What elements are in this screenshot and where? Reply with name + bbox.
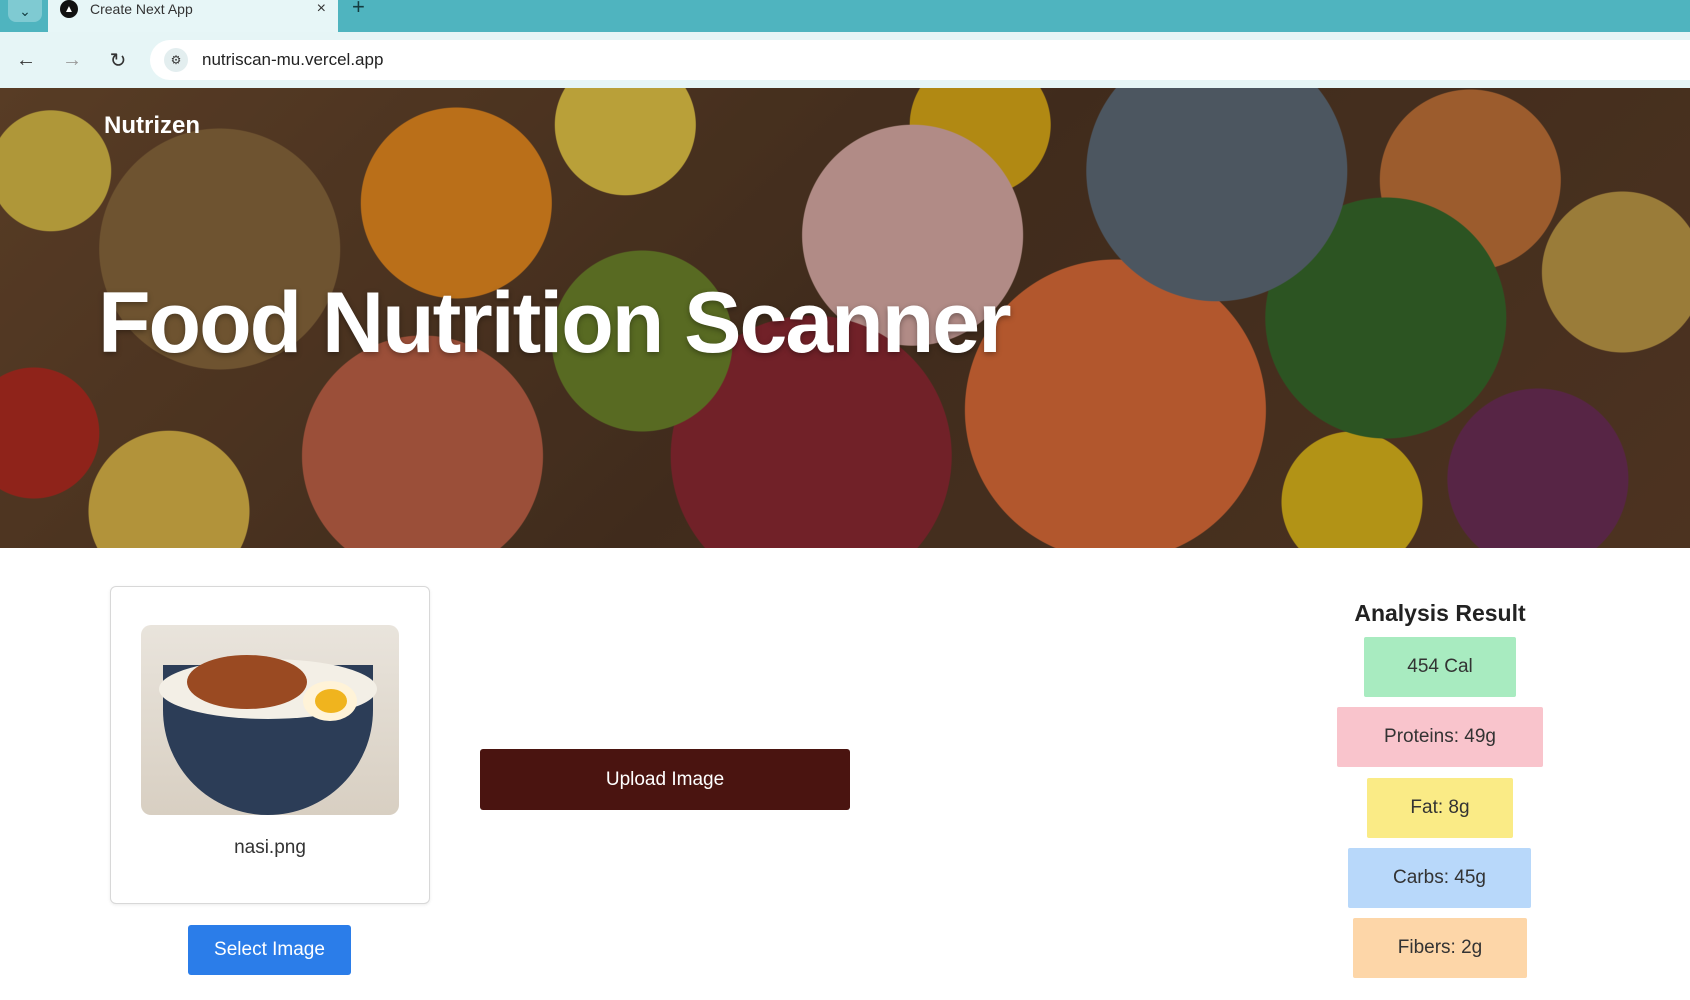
forward-icon[interactable]: → bbox=[58, 46, 86, 74]
reload-icon[interactable]: ↻ bbox=[104, 46, 132, 74]
back-icon[interactable]: ← bbox=[12, 46, 40, 74]
tab-title: Create Next App bbox=[90, 1, 193, 17]
image-preview-card: nasi.png bbox=[110, 586, 430, 904]
page-title: Food Nutrition Scanner bbox=[98, 275, 1012, 371]
fat-badge: Fat: 8g bbox=[1367, 778, 1513, 838]
calories-badge: 454 Cal bbox=[1364, 637, 1516, 697]
food-preview-image bbox=[141, 625, 399, 815]
analysis-result-title: Analysis Result bbox=[1354, 600, 1526, 626]
browser-tab[interactable]: ▲ Create Next App × bbox=[48, 0, 338, 32]
url-text: nutriscan-mu.vercel.app bbox=[202, 50, 384, 69]
proteins-badge: Proteins: 49g bbox=[1337, 707, 1543, 767]
browser-toolbar: ← → ↻ ⚙ nutriscan-mu.vercel.app bbox=[0, 32, 1690, 88]
address-bar[interactable]: ⚙ nutriscan-mu.vercel.app bbox=[150, 40, 1690, 80]
new-tab-icon[interactable]: + bbox=[352, 0, 365, 20]
select-image-button[interactable]: Select Image bbox=[188, 925, 351, 975]
fibers-badge: Fibers: 2g bbox=[1353, 918, 1527, 978]
favicon-icon: ▲ bbox=[60, 0, 78, 18]
yolk-shape bbox=[315, 689, 347, 713]
food-topping-shape bbox=[187, 655, 307, 709]
carbs-badge: Carbs: 45g bbox=[1348, 848, 1531, 908]
browser-tab-bar: ⌄ ▲ Create Next App × + bbox=[0, 0, 1690, 32]
close-tab-icon[interactable]: × bbox=[317, 0, 326, 18]
selected-filename: nasi.png bbox=[234, 837, 306, 858]
site-info-icon[interactable]: ⚙ bbox=[164, 48, 188, 72]
tab-search-menu-icon[interactable]: ⌄ bbox=[8, 0, 42, 22]
upload-image-button[interactable]: Upload Image bbox=[480, 749, 850, 810]
hero-banner: Nutrizen Food Nutrition Scanner bbox=[0, 88, 1690, 548]
brand-logo[interactable]: Nutrizen bbox=[104, 112, 200, 140]
